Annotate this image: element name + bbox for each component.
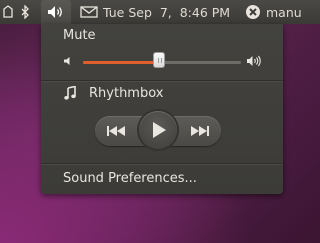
play-icon <box>153 122 166 138</box>
session-indicator[interactable]: manu <box>245 0 302 24</box>
bluetooth-indicator[interactable] <box>20 0 32 24</box>
sound-menu: Mute Rhythmbox Sound Preferences... <box>41 24 283 194</box>
network-icon <box>3 5 13 18</box>
volume-icon <box>48 6 62 18</box>
music-note-icon <box>64 86 76 100</box>
top-panel: Tue Sep 7, 8:46 PM manu <box>0 0 320 24</box>
previous-button[interactable] <box>105 123 127 139</box>
separator <box>41 80 283 81</box>
player-controls <box>95 111 221 149</box>
volume-slider-fill <box>83 61 159 64</box>
sound-preferences-item[interactable]: Sound Preferences... <box>63 171 197 186</box>
player-name[interactable]: Rhythmbox <box>89 86 163 101</box>
network-indicator[interactable] <box>2 0 16 24</box>
volume-high-icon <box>247 55 261 67</box>
clock[interactable]: Tue Sep 7, 8:46 PM <box>103 0 230 24</box>
next-icon <box>191 126 209 136</box>
volume-slider-knob[interactable] <box>153 52 165 68</box>
next-button[interactable] <box>189 123 211 139</box>
mail-icon <box>80 6 98 18</box>
play-button[interactable] <box>139 111 177 149</box>
separator <box>41 163 283 164</box>
mute-item[interactable]: Mute <box>63 28 96 43</box>
volume-low-icon <box>64 57 70 65</box>
mail-indicator[interactable] <box>80 0 98 24</box>
user-name: manu <box>266 4 302 20</box>
session-icon <box>246 5 260 19</box>
bluetooth-icon <box>21 5 29 19</box>
clock-label: Tue Sep 7, 8:46 PM <box>103 4 231 20</box>
previous-icon <box>107 126 125 136</box>
volume-indicator[interactable] <box>41 0 71 24</box>
